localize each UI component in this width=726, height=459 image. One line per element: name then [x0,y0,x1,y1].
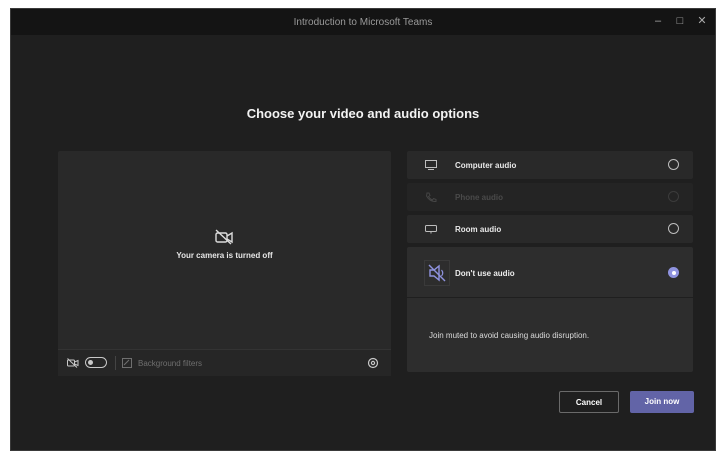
minimize-button[interactable]: – [651,14,665,28]
divider [115,356,116,370]
phone-icon [425,192,437,202]
join-now-button[interactable]: Join now [630,391,694,413]
title-bar: Introduction to Microsoft Teams – □ ✕ [11,9,715,35]
camera-off-message: Your camera is turned off [176,251,273,260]
teams-window: Introduction to Microsoft Teams – □ ✕ Ch… [10,8,716,451]
camera-off-icon [215,229,233,245]
audio-option-label: Phone audio [455,193,503,202]
video-preview: Your camera is turned off Background fil… [58,151,391,376]
no-audio-hint: Join muted to avoid causing audio disrup… [429,331,590,340]
audio-option-computer[interactable]: Computer audio [407,151,693,179]
camera-toggle[interactable] [85,357,107,368]
device-settings-icon[interactable] [367,357,379,369]
audio-option-label: Don't use audio [455,269,515,278]
toggle-knob [88,359,93,365]
video-controls-bar: Background filters [58,349,391,376]
audio-option-phone: Phone audio [407,183,693,211]
radio-button[interactable] [668,223,679,234]
close-button[interactable]: ✕ [695,14,709,28]
audio-option-room[interactable]: Room audio [407,215,693,243]
radio-button-selected[interactable] [668,267,679,278]
page-title: Choose your video and audio options [246,106,480,121]
maximize-button[interactable]: □ [673,14,687,28]
audio-options: Computer audio Phone audio Room audio Do… [407,151,693,372]
computer-audio-icon [425,160,437,170]
divider [407,297,693,298]
audio-option-label: Computer audio [455,161,517,170]
no-audio-icon [424,260,450,286]
room-audio-icon [425,225,437,234]
background-filters-button[interactable]: Background filters [138,359,202,368]
radio-button[interactable] [668,159,679,170]
cancel-button[interactable]: Cancel [559,391,619,413]
background-filters-icon [122,358,132,368]
window-title: Introduction to Microsoft Teams [293,17,433,28]
audio-option-label: Room audio [455,225,502,234]
camera-icon [67,358,79,368]
radio-button [668,191,679,202]
audio-option-none[interactable]: Don't use audio Join muted to avoid caus… [407,247,693,372]
